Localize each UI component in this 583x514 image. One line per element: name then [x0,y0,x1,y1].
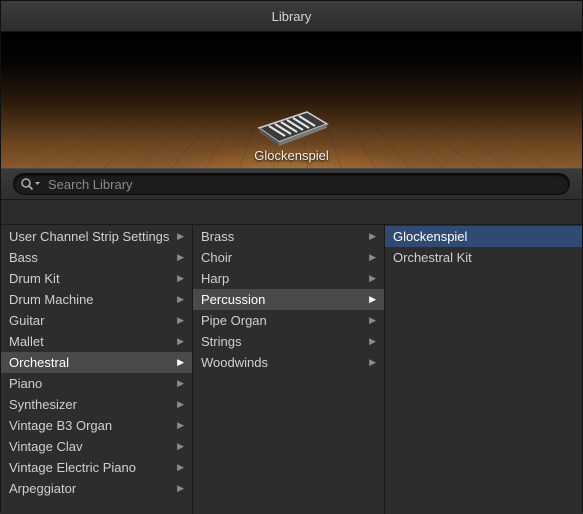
chevron-right-icon: ▶ [369,231,376,241]
category-label: Vintage B3 Organ [9,418,113,433]
window-title: Library [271,8,312,24]
category-item[interactable]: Guitar ▶ [1,310,192,331]
patch-item[interactable]: Orchestral Kit [385,247,582,268]
chevron-right-icon: ▶ [177,357,184,367]
subcategory-item[interactable]: Harp ▶ [193,268,384,289]
category-item[interactable]: Drum Machine ▶ [1,289,192,310]
instrument-name: Glockenspiel [254,148,329,163]
chevron-right-icon: ▶ [369,336,376,346]
title-bar: Library [1,1,582,32]
search-bar [1,168,582,200]
category-label: Mallet [9,334,44,349]
patch-item-selected[interactable]: Glockenspiel [385,226,582,247]
category-item[interactable]: Vintage Electric Piano ▶ [1,457,192,478]
subcategory-label: Harp [201,271,230,286]
category-item[interactable]: Mallet ▶ [1,331,192,352]
category-item[interactable]: Piano ▶ [1,373,192,394]
search-input[interactable] [46,175,530,193]
category-item[interactable]: Vintage B3 Organ ▶ [1,415,192,436]
category-item[interactable]: User Channel Strip Settings ▶ [1,226,192,247]
chevron-right-icon: ▶ [369,357,376,367]
subcategory-label: Strings [201,334,242,349]
subcategory-label: Woodwinds [201,355,268,370]
patch-label: Glockenspiel [393,229,468,244]
chevron-right-icon: ▶ [177,462,184,472]
subcategory-label: Brass [201,229,235,244]
chevron-right-icon: ▶ [369,315,376,325]
chevron-right-icon: ▶ [177,441,184,451]
search-field[interactable] [13,173,570,195]
category-label: Arpeggiator [9,481,77,496]
subcategory-label: Choir [201,250,233,265]
category-label: Vintage Clav [9,439,83,454]
subcategory-item-selected[interactable]: Percussion ▶ [193,289,384,310]
subcategory-label: Pipe Organ [201,313,267,328]
subcategory-column: Brass ▶ Choir ▶ Harp ▶ Percussion ▶ Pipe Org… [193,225,385,514]
category-label: Piano [9,376,43,391]
subcategory-item[interactable]: Brass ▶ [193,226,384,247]
patch-label: Orchestral Kit [393,250,472,265]
subcategory-item[interactable]: Strings ▶ [193,331,384,352]
subcategory-item[interactable]: Pipe Organ ▶ [193,310,384,331]
header-spacer [1,200,582,225]
category-item-selected[interactable]: Orchestral ▶ [1,352,192,373]
chevron-right-icon: ▶ [177,399,184,409]
chevron-right-icon: ▶ [177,378,184,388]
category-label: Bass [9,250,38,265]
chevron-right-icon: ▶ [369,273,376,283]
chevron-right-icon: ▶ [177,420,184,430]
subcategory-label: Percussion [201,292,266,307]
chevron-right-icon: ▶ [369,252,376,262]
category-label: Orchestral [9,355,69,370]
category-label: Synthesizer [9,397,77,412]
chevron-right-icon: ▶ [369,294,376,304]
category-item[interactable]: Synthesizer ▶ [1,394,192,415]
chevron-right-icon: ▶ [177,315,184,325]
chevron-right-icon: ▶ [177,294,184,304]
category-label: Guitar [9,313,45,328]
instrument-preview-stage: Glockenspiel [1,32,582,168]
subcategory-item[interactable]: Choir ▶ [193,247,384,268]
category-item[interactable]: Arpeggiator ▶ [1,478,192,499]
category-item[interactable]: Drum Kit ▶ [1,268,192,289]
library-window: Library Glockenspiel Search Library User… [0,0,583,514]
chevron-right-icon: ▶ [177,252,184,262]
search-icon[interactable] [20,177,42,191]
glockenspiel-icon [257,111,329,146]
category-label: Vintage Electric Piano [9,460,136,475]
category-column: User Channel Strip Settings ▶ Bass ▶ Drum … [1,225,193,514]
chevron-right-icon: ▶ [177,273,184,283]
category-item[interactable]: Bass ▶ [1,247,192,268]
chevron-right-icon: ▶ [177,336,184,346]
chevron-right-icon: ▶ [177,483,184,493]
category-item[interactable]: Vintage Clav ▶ [1,436,192,457]
category-label: User Channel Strip Settings [9,229,170,244]
library-browser: User Channel Strip Settings ▶ Bass ▶ Drum … [1,225,582,514]
category-label: Drum Kit [9,271,60,286]
subcategory-item[interactable]: Woodwinds ▶ [193,352,384,373]
category-label: Drum Machine [9,292,94,307]
patch-column: Glockenspiel Orchestral Kit [385,225,582,514]
chevron-right-icon: ▶ [177,231,184,241]
